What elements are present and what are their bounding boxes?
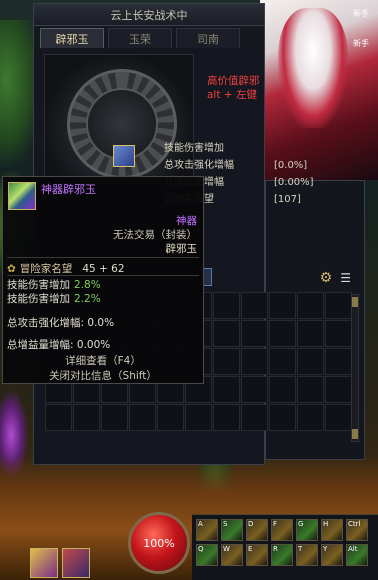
stat-row: 总攻击强化增幅 [0.0%] [164,160,308,171]
inventory-slot[interactable] [241,376,268,403]
item-name: 神器辟邪玉 [41,183,96,196]
inventory-slot[interactable] [325,320,352,347]
hotkey-label: D [248,520,254,528]
skill-slot[interactable]: F [271,519,293,541]
hotkey-label: A [198,520,203,528]
art-caption: 新手 [353,39,369,48]
inventory-slot[interactable] [269,376,296,403]
promo-line: 高价值辟邪 [207,75,260,87]
inventory-slot[interactable] [269,404,296,431]
list-icon[interactable]: ☰ [340,271,351,285]
inventory-slot[interactable] [241,404,268,431]
hotkey-label: S [223,520,228,528]
hotkey-label: Y [323,545,328,553]
scroll-down[interactable] [352,429,358,439]
skill-slot[interactable]: D [246,519,268,541]
skill-slot[interactable]: Ctrl [346,519,368,541]
item-tooltip: 神器辟邪玉 神器 无法交易（封装） 辟邪玉 ✿ 冒险家名望 45 + 62 技能… [2,176,204,384]
inventory-slot[interactable] [297,376,324,403]
tab-bixieyu[interactable]: 辟邪玉 [40,28,104,48]
inventory-slot[interactable] [129,404,156,431]
hotkey-label: R [273,545,278,553]
inventory-slot[interactable] [269,348,296,375]
inventory-slot[interactable] [325,348,352,375]
hotkey-label: Ctrl [348,520,361,528]
hotkey-label: E [248,545,253,553]
skill-slot[interactable]: Y [321,544,343,566]
hotkey-label: G [298,520,304,528]
skill-slot[interactable]: H [321,519,343,541]
hotkey-label: W [223,545,230,553]
hotkey-label: F [273,520,278,528]
fame-icon: ✿ [7,262,16,275]
skill-row: 技能伤害增加 2.8% [7,279,101,291]
hotkey-label: Q [198,545,204,553]
divider [7,257,199,258]
inventory-slot[interactable] [213,376,240,403]
inventory-slot[interactable] [269,292,296,319]
gear-icon[interactable]: ⚙ [320,270,333,286]
inventory-slot[interactable] [241,292,268,319]
inventory-slot[interactable] [297,292,324,319]
inventory-slot[interactable] [325,292,352,319]
inventory-slot[interactable] [185,404,212,431]
stat-row: 技能伤害增加 [164,143,224,154]
window-title[interactable]: 云上长安战术中 [34,4,264,26]
tab-sinan[interactable]: 司南 [176,28,240,48]
inventory-slot[interactable] [241,320,268,347]
promo-text: 高价值辟邪 alt + 左键 [207,74,260,102]
hotkey-label: T [298,545,303,553]
tab-bar: 辟邪玉 玉荣 司南 [34,26,264,48]
inventory-slot[interactable] [297,320,324,347]
item-category: 辟邪玉 [165,243,198,255]
inventory-slot[interactable] [213,292,240,319]
fame-row: ✿ 冒险家名望 45 + 62 [7,262,125,276]
item-rarity: 神器 [176,215,197,227]
divider [7,275,199,276]
inventory-slot[interactable] [297,348,324,375]
character-art [278,8,348,128]
skill-slot[interactable]: Q [196,544,218,566]
inventory-slot[interactable] [101,404,128,431]
item-trade: 无法交易（封装） [113,229,197,241]
item-icon [8,182,36,210]
skill-row: 技能伤害增加 2.2% [7,293,101,305]
promo-line: alt + 左键 [207,89,257,101]
skill-slot[interactable]: T [296,544,318,566]
skill-slot[interactable]: A [196,519,218,541]
skill-slot[interactable]: G [296,519,318,541]
inventory-slot[interactable] [297,404,324,431]
skill-slot[interactable]: W [221,544,243,566]
art-caption: 新手 [353,9,369,18]
inventory-slot[interactable] [213,348,240,375]
scrollbar[interactable] [351,294,359,442]
party-portrait[interactable] [62,548,90,578]
hotkey-label: Alt [348,545,358,553]
skill-slot[interactable]: S [221,519,243,541]
hp-orb: 100% [128,512,190,574]
detail-hint: 详细查看（F4） [65,355,141,367]
compare-hint: 关闭对比信息（Shift） [49,370,157,382]
skill-slot[interactable]: R [271,544,293,566]
inventory-slot[interactable] [213,320,240,347]
skill-bar: A S D F G H Ctrl Q W E R T Y Alt [192,514,378,580]
tab-yurong[interactable]: 玉荣 [108,28,172,48]
inventory-slot[interactable] [241,348,268,375]
party-portrait[interactable] [30,548,58,578]
skill-slot[interactable]: E [246,544,268,566]
skill-grid: A S D F G H Ctrl Q W E R T Y Alt [196,519,368,566]
inventory-slot[interactable] [73,404,100,431]
buff-row: 总增益量增幅: 0.00% [7,339,111,351]
hotkey-label: H [323,520,329,528]
inventory-slot[interactable] [213,404,240,431]
atk-row: 总攻击强化增幅: 0.0% [7,317,115,329]
inventory-slot[interactable] [325,404,352,431]
scroll-up[interactable] [352,297,358,307]
inventory-slot[interactable] [325,376,352,403]
skill-slot[interactable]: Alt [346,544,368,566]
bixie-slot[interactable] [113,145,135,167]
inventory-slot[interactable] [45,404,72,431]
inventory-slot[interactable] [269,320,296,347]
inventory-slot[interactable] [157,404,184,431]
